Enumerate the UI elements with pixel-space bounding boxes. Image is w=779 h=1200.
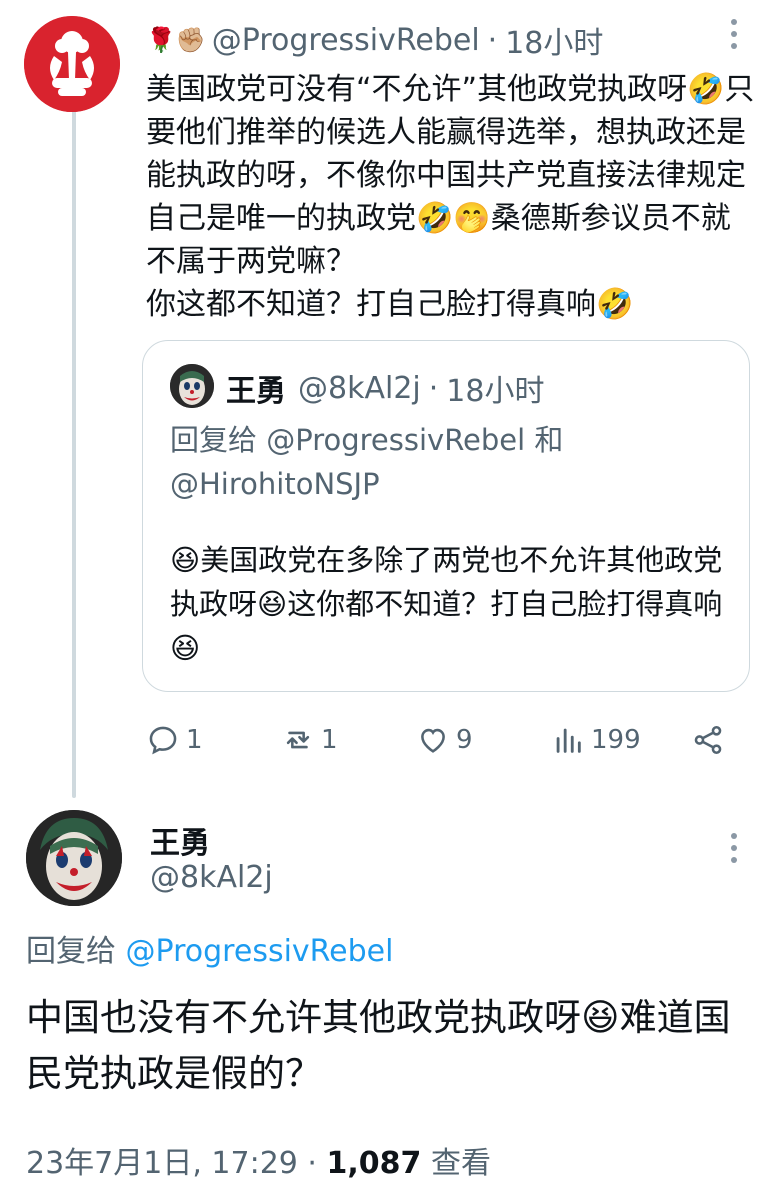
quoted-author-handle[interactable]: @8kAl2j [298, 371, 421, 406]
quoted-tweet-text: 😆美国政党在多除了两党也不允许其他政党执政呀😆这你都不知道？打自己脸打得真响😆 [170, 543, 723, 665]
tweet-timestamp[interactable]: 23年7月1日, 17:29 [26, 1146, 298, 1181]
clown-face-icon [26, 810, 122, 906]
views-icon [556, 728, 581, 753]
views-button[interactable]: 199 [551, 723, 691, 757]
reply-author-handle[interactable]: @8kAl2j [150, 860, 273, 895]
retweet-button[interactable]: 1 [281, 723, 416, 757]
tweet-footer: 23年7月1日, 17:29 · 1,087 查看 [26, 1138, 491, 1182]
thread-connector-line [72, 108, 76, 798]
like-icon [421, 728, 445, 753]
quoted-tweet-header: 王勇 @8kAl2j · 18小时 [226, 366, 544, 410]
view-count: 199 [591, 725, 641, 755]
avatar-progressivrebel[interactable] [24, 16, 120, 112]
views-count: 1,087 [326, 1146, 422, 1181]
reply-author-name[interactable]: 王勇 [150, 818, 210, 862]
reply-mention-link[interactable]: @ProgressivRebel [126, 934, 394, 969]
avatar-quoted-user [170, 364, 214, 408]
like-count: 9 [456, 725, 473, 755]
tweet-time[interactable]: 18小时 [505, 18, 603, 62]
quoted-tweet-time: 18小时 [446, 374, 545, 409]
reply-button[interactable]: 1 [146, 723, 281, 757]
separator: · [428, 370, 439, 406]
avatar-8kal2j[interactable] [26, 810, 122, 906]
more-icon[interactable] [724, 830, 744, 870]
author-handle[interactable]: @ProgressivRebel [212, 23, 480, 58]
quoted-author-name[interactable]: 王勇 [226, 366, 286, 410]
separator: · [307, 1146, 317, 1181]
reply-tweet-text: 中国也没有不允许其他政党执政呀😆难道国民党执政是假的？ [26, 996, 731, 1095]
retweet-count: 1 [321, 725, 338, 755]
tweet-header: 🌹✊🏼 @ProgressivRebel · 18小时 [146, 18, 603, 62]
tweet-text: 美国政党可没有“不允许”其他政党执政呀🤣只要他们推举的候选人能赢得选举，想执政还… [146, 72, 755, 322]
quoted-reply-context: 回复给 @ProgressivRebel 和 @HirohitoNSJP [170, 423, 564, 501]
profile-flair: 🌹✊🏼 [146, 26, 206, 54]
more-icon[interactable] [724, 16, 744, 56]
rose-handshake-logo [24, 16, 120, 112]
reply-icon [149, 726, 177, 755]
share-icon [694, 725, 722, 755]
reply-context: 回复给 @ProgressivRebel [26, 926, 393, 970]
like-button[interactable]: 9 [416, 723, 551, 757]
reply-count: 1 [186, 725, 203, 755]
retweet-icon [286, 731, 310, 749]
separator: · [487, 22, 498, 58]
views-label: 查看 [430, 1146, 491, 1181]
reply-label: 回复给 [26, 934, 116, 969]
share-button[interactable] [691, 723, 725, 757]
clown-face-icon [170, 364, 214, 408]
tweet-action-bar: 1 1 9 199 [146, 716, 736, 764]
